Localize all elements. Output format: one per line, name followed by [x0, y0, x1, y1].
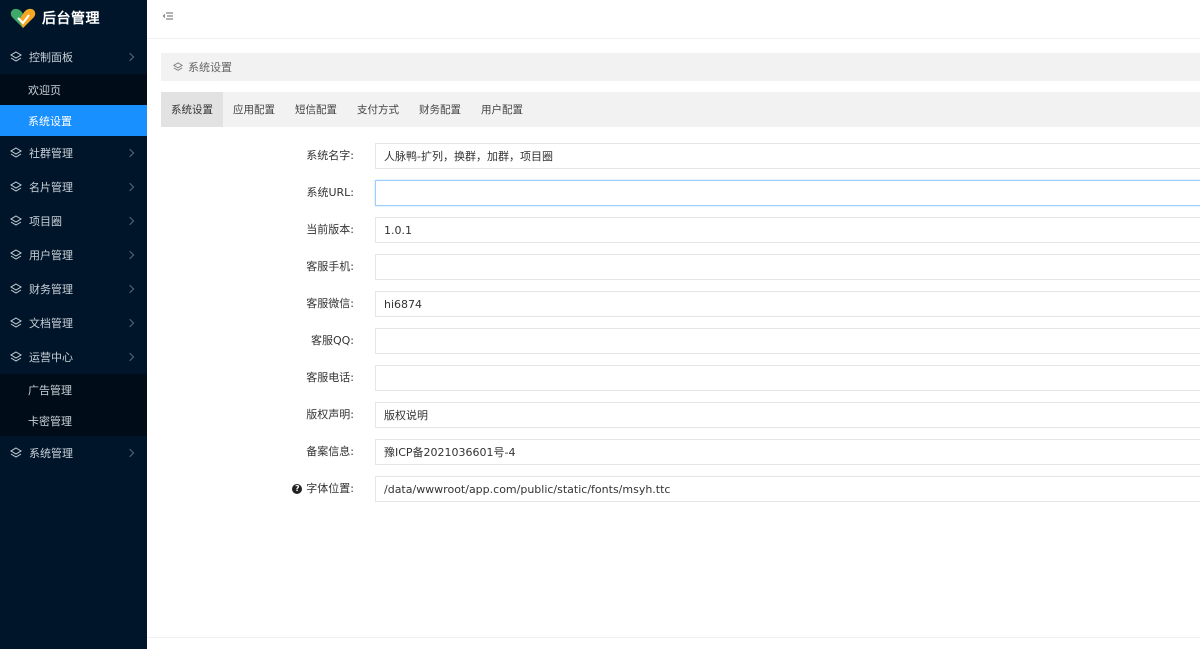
form-row-copyright: 版权声明: [161, 402, 1200, 439]
layers-icon [10, 181, 22, 193]
form-row-system-url: 系统URL: [161, 180, 1200, 217]
sidebar-item-docs[interactable]: 文档管理 [0, 306, 147, 340]
layers-icon [10, 283, 22, 295]
sidebar-item-community[interactable]: 社群管理 [0, 136, 147, 170]
sidebar-item-label: 财务管理 [29, 283, 73, 296]
sidebar-item-label: 文档管理 [29, 317, 73, 330]
tab-finance-config[interactable]: 财务配置 [409, 92, 471, 127]
form-row-version: 当前版本: [161, 217, 1200, 254]
sidebar-item-operations[interactable]: 运营中心 [0, 340, 147, 374]
font-path-label-wrap: ? 字体位置: [292, 476, 354, 502]
chevron-icon [125, 448, 135, 458]
service-mobile-label: 客服手机: [306, 260, 354, 273]
icp-label: 备案信息: [306, 445, 354, 458]
sidebar-item-projects[interactable]: 项目圈 [0, 204, 147, 238]
service-qq-label: 客服QQ: [310, 334, 354, 347]
form-row-service-qq: 客服QQ: [161, 328, 1200, 365]
sidebar-item-label: 名片管理 [29, 181, 73, 194]
chevron-icon [125, 182, 135, 192]
tab-sms-config[interactable]: 短信配置 [285, 92, 347, 127]
settings-tabs: 系统设置 应用配置 短信配置 支付方式 财务配置 用户配置 [161, 92, 1200, 127]
system-name-field[interactable] [375, 143, 1200, 169]
sidebar-item-label: 控制面板 [29, 51, 73, 64]
layers-icon [10, 249, 22, 261]
tab-user-config[interactable]: 用户配置 [471, 92, 533, 127]
chevron-icon [125, 52, 135, 62]
topbar [147, 0, 1200, 39]
sidebar-item-label: 社群管理 [29, 147, 73, 160]
sidebar-item-label: 项目圈 [29, 215, 62, 228]
app-title: 后台管理 [42, 11, 100, 27]
layers-icon [10, 215, 22, 227]
question-circle-icon[interactable]: ? [292, 484, 303, 494]
form-row-system-name: 系统名字: [161, 143, 1200, 180]
layers-icon [10, 317, 22, 329]
copyright-field[interactable] [375, 402, 1200, 428]
sidebar-item-label: 系统管理 [29, 447, 73, 460]
chevron-icon [125, 250, 135, 260]
form-row-icp: 备案信息: [161, 439, 1200, 476]
chevron-icon [125, 318, 135, 328]
system-url-field[interactable] [375, 180, 1200, 206]
chevron-icon [125, 352, 135, 362]
tab-system-settings[interactable]: 系统设置 [161, 92, 223, 127]
brand[interactable]: 后台管理 [0, 0, 147, 36]
sidebar-item-users[interactable]: 用户管理 [0, 238, 147, 272]
layers-icon [10, 51, 22, 63]
logo-icon [10, 8, 36, 28]
form-row-font-path: ? 字体位置: [161, 476, 1200, 513]
service-wechat-label: 客服微信: [306, 297, 354, 310]
version-label: 当前版本: [306, 223, 354, 236]
sidebar-item-finance[interactable]: 财务管理 [0, 272, 147, 306]
footer-divider [147, 637, 1200, 638]
sidebar-item-label: 用户管理 [29, 249, 73, 262]
service-wechat-field[interactable] [375, 291, 1200, 317]
chevron-icon [125, 284, 135, 294]
sidebar-item-label: 欢迎页 [28, 83, 61, 97]
chevron-icon [125, 216, 135, 226]
layers-icon [10, 351, 22, 363]
sidebar: 后台管理 控制面板 欢迎页 系统设置 社群管理 名片管理 项目圈 用户管理 财务… [0, 0, 147, 649]
copyright-label: 版权声明: [306, 408, 354, 421]
service-mobile-field[interactable] [375, 254, 1200, 280]
service-qq-field[interactable] [375, 328, 1200, 354]
breadcrumb: 系统设置 [161, 53, 1200, 81]
tab-app-config[interactable]: 应用配置 [223, 92, 285, 127]
system-name-label: 系统名字: [306, 149, 354, 162]
form-row-service-wechat: 客服微信: [161, 291, 1200, 328]
submenu-operations: 广告管理 卡密管理 [0, 374, 147, 436]
sidebar-item-welcome[interactable]: 欢迎页 [0, 74, 147, 105]
service-phone-field[interactable] [375, 365, 1200, 391]
sidebar-item-system[interactable]: 系统管理 [0, 436, 147, 470]
sidebar-item-label: 运营中心 [29, 351, 73, 364]
settings-form: 系统名字: 系统URL: 当前版本: 客服手机: 客服微信: 客服QQ: 客服电… [161, 143, 1200, 513]
service-phone-label: 客服电话: [306, 371, 354, 384]
layers-icon [10, 447, 22, 459]
sidebar-item-card-keys[interactable]: 卡密管理 [0, 405, 147, 436]
layers-icon [173, 62, 183, 72]
sidebar-menu: 控制面板 欢迎页 系统设置 社群管理 名片管理 项目圈 用户管理 财务管理 文档… [0, 40, 147, 470]
font-path-field[interactable] [375, 476, 1200, 502]
chevron-icon [125, 148, 135, 158]
sidebar-item-cards[interactable]: 名片管理 [0, 170, 147, 204]
system-url-label: 系统URL: [306, 186, 354, 199]
submenu-dashboard: 欢迎页 系统设置 [0, 74, 147, 136]
font-path-label: 字体位置: [306, 482, 354, 495]
sidebar-item-label: 卡密管理 [28, 414, 72, 428]
version-field[interactable] [375, 217, 1200, 243]
breadcrumb-label: 系统设置 [188, 61, 232, 74]
layers-icon [10, 147, 22, 159]
tab-payment-methods[interactable]: 支付方式 [347, 92, 409, 127]
sidebar-item-dashboard[interactable]: 控制面板 [0, 40, 147, 74]
form-row-service-mobile: 客服手机: [161, 254, 1200, 291]
icp-field[interactable] [375, 439, 1200, 465]
form-row-service-phone: 客服电话: [161, 365, 1200, 402]
sidebar-item-ads[interactable]: 广告管理 [0, 374, 147, 405]
sidebar-item-label: 广告管理 [28, 383, 72, 397]
sidebar-item-system-settings[interactable]: 系统设置 [0, 105, 147, 136]
menu-fold-icon[interactable] [163, 11, 173, 21]
sidebar-item-label: 系统设置 [28, 114, 72, 128]
